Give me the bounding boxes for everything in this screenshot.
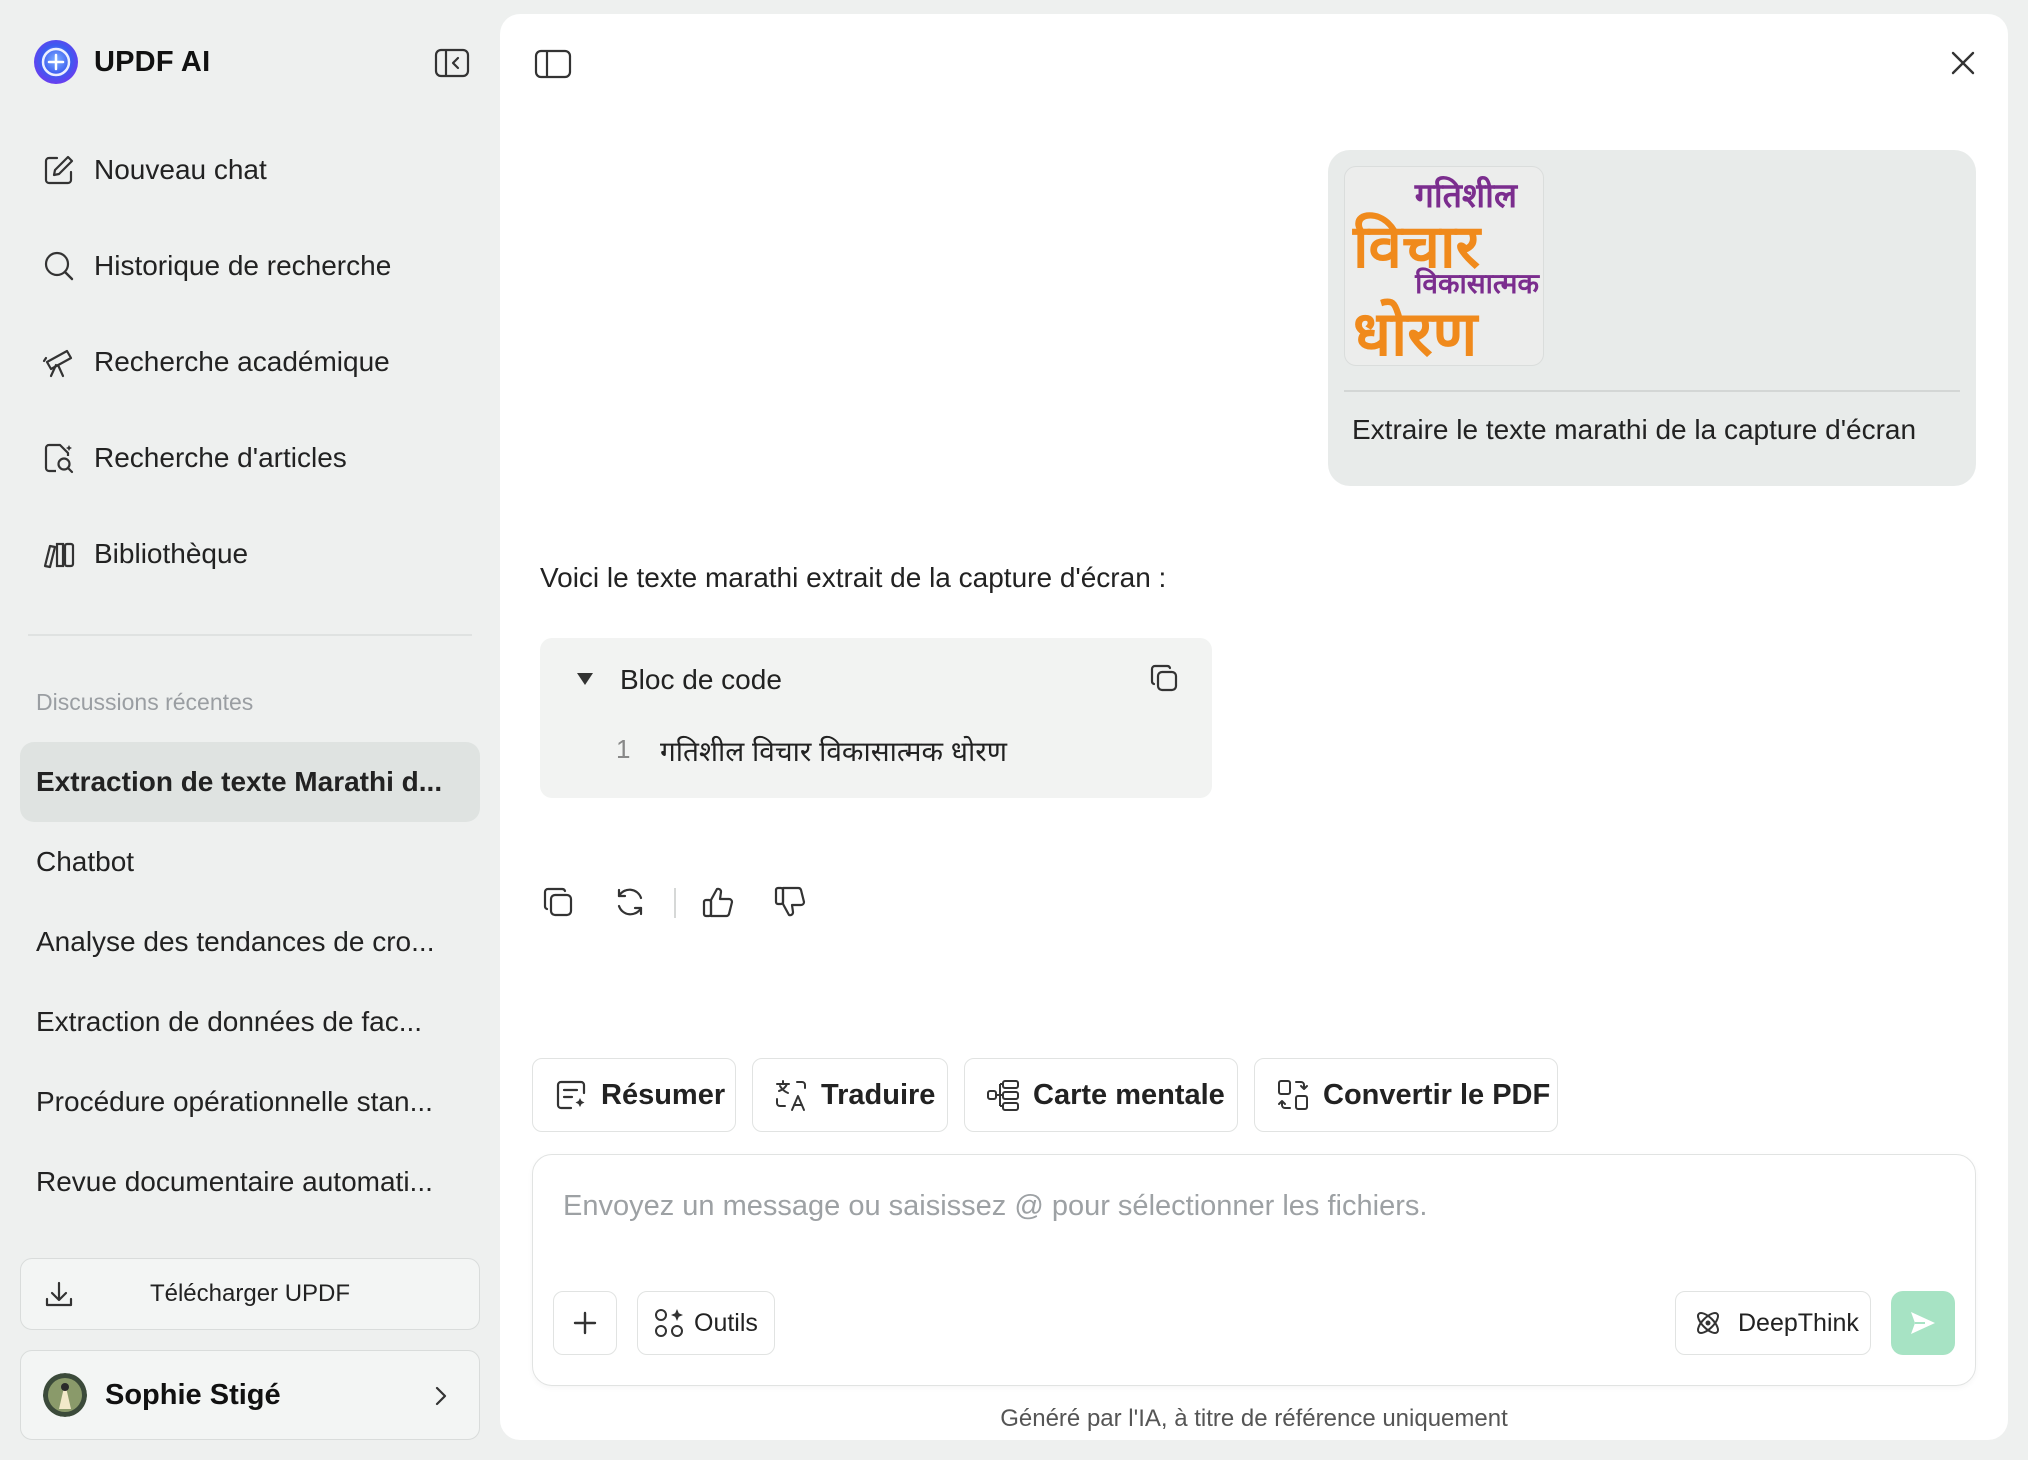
app-name: UPDF AI bbox=[94, 45, 211, 78]
nav-label: Historique de recherche bbox=[94, 250, 392, 281]
sidebar-divider bbox=[28, 634, 472, 636]
ai-disclaimer: Généré par l'IA, à titre de référence un… bbox=[1000, 1405, 1508, 1432]
document-search-icon bbox=[44, 443, 74, 474]
actions-divider bbox=[674, 888, 676, 918]
copy-icon[interactable] bbox=[1148, 662, 1180, 694]
updf-ai-logo-icon bbox=[34, 40, 78, 84]
tools-label: Outils bbox=[694, 1308, 758, 1337]
tools-button[interactable]: Outils bbox=[637, 1291, 775, 1355]
translate-icon bbox=[776, 1080, 806, 1111]
nav-new-chat[interactable]: Nouveau chat bbox=[20, 122, 480, 218]
send-button[interactable] bbox=[1891, 1291, 1955, 1355]
nav-label: Recherche d'articles bbox=[94, 442, 347, 473]
user-name: Sophie Stigé bbox=[105, 1378, 281, 1411]
message-input[interactable] bbox=[563, 1181, 1943, 1231]
user-profile-button[interactable]: Sophie Stigé bbox=[20, 1350, 480, 1440]
code-line: गतिशील विचार विकासात्मक धोरण bbox=[660, 736, 1007, 767]
recent-chat-item[interactable]: Chatbot bbox=[20, 822, 480, 902]
recent-chat-item[interactable]: Analyse des tendances de cro... bbox=[20, 902, 480, 982]
summarize-button[interactable]: Résumer bbox=[532, 1058, 736, 1132]
attachment-image: गतिशील विचार विकासात्मक धोरण bbox=[1352, 175, 1540, 366]
nav-label: Recherche académique bbox=[94, 346, 390, 377]
chat-panel: गतिशील विचार विकासात्मक धोरण Extraire le… bbox=[500, 14, 2008, 1440]
nav-label: Nouveau chat bbox=[94, 154, 267, 185]
mind-map-icon bbox=[987, 1080, 1019, 1111]
nav-academic-search[interactable]: Recherche académique bbox=[20, 314, 480, 410]
convert-pdf-button[interactable]: Convertir le PDF bbox=[1254, 1058, 1558, 1132]
attachment-line-3: विकासात्मक bbox=[1414, 267, 1540, 300]
thumbs-up-icon[interactable] bbox=[700, 884, 736, 920]
library-icon bbox=[43, 542, 75, 569]
user-message-text: Extraire le texte marathi de la capture … bbox=[1352, 414, 1917, 445]
recent-chat-item[interactable]: Revue documentaire automati... bbox=[20, 1142, 480, 1222]
search-icon bbox=[44, 251, 74, 281]
attachment-line-4: धोरण bbox=[1353, 297, 1480, 366]
mind-map-button[interactable]: Carte mentale bbox=[964, 1058, 1238, 1132]
collapse-sidebar-icon[interactable] bbox=[434, 47, 470, 79]
recent-chat-item[interactable]: Extraction de texte Marathi d... bbox=[20, 742, 480, 822]
deepthink-toggle[interactable]: DeepThink bbox=[1675, 1291, 1871, 1355]
user-message-bubble: गतिशील विचार विकासात्मक धोरण Extraire le… bbox=[1328, 150, 1976, 486]
download-icon bbox=[45, 1281, 73, 1307]
thumbs-down-icon[interactable] bbox=[772, 884, 808, 920]
code-block: Bloc de code 1 गतिशील विचार विकासात्मक ध… bbox=[540, 638, 1212, 798]
atom-icon bbox=[1697, 1312, 1719, 1334]
toggle-panel-icon[interactable] bbox=[534, 48, 572, 80]
brand: UPDF AI bbox=[32, 38, 210, 86]
tools-grid-icon bbox=[655, 1309, 683, 1337]
translate-button[interactable]: Traduire bbox=[752, 1058, 948, 1132]
convert-icon bbox=[1278, 1080, 1308, 1110]
recent-chats-heading: Discussions récentes bbox=[36, 689, 254, 715]
deepthink-label: DeepThink bbox=[1738, 1308, 1859, 1337]
regenerate-icon[interactable] bbox=[612, 884, 648, 920]
attachment-line-1: गतिशील bbox=[1414, 175, 1519, 216]
nav-search-history[interactable]: Historique de recherche bbox=[20, 218, 480, 314]
code-block-title[interactable]: Bloc de code bbox=[620, 664, 782, 696]
caret-down-icon[interactable] bbox=[576, 672, 594, 686]
chevron-right-icon bbox=[435, 1386, 447, 1406]
chip-label: Convertir le PDF bbox=[1323, 1078, 1551, 1111]
summarize-icon bbox=[556, 1080, 586, 1110]
recent-chat-item[interactable]: Extraction de données de fac... bbox=[20, 982, 480, 1062]
close-icon[interactable] bbox=[1948, 48, 1978, 78]
image-attachment[interactable]: गतिशील विचार विकासात्मक धोरण bbox=[1344, 166, 1544, 366]
nav-label: Bibliothèque bbox=[94, 538, 249, 569]
chip-label: Résumer bbox=[601, 1078, 726, 1111]
message-composer: Outils DeepThink bbox=[532, 1154, 1976, 1386]
copy-icon[interactable] bbox=[540, 884, 576, 920]
chip-label: Carte mentale bbox=[1033, 1078, 1225, 1111]
chip-label: Traduire bbox=[821, 1078, 936, 1111]
download-updf-button[interactable]: Télécharger UPDF bbox=[20, 1258, 480, 1330]
nav-article-search[interactable]: Recherche d'articles bbox=[20, 410, 480, 506]
sidebar: UPDF AI Nouveau chat Historique de reche… bbox=[0, 0, 500, 1460]
avatar bbox=[43, 1373, 87, 1417]
recent-chats-list: Extraction de texte Marathi d... Chatbot… bbox=[20, 742, 480, 1222]
telescope-icon bbox=[42, 349, 73, 378]
ai-response-text: Voici le texte marathi extrait de la cap… bbox=[540, 562, 1167, 593]
nav-library[interactable]: Bibliothèque bbox=[20, 506, 480, 602]
send-icon bbox=[1911, 1312, 1935, 1334]
code-line-number: 1 bbox=[616, 734, 631, 764]
sidebar-nav: Nouveau chat Historique de recherche Rec… bbox=[20, 122, 480, 602]
add-attachment-button[interactable] bbox=[553, 1291, 617, 1355]
message-separator bbox=[1344, 390, 1960, 392]
edit-icon bbox=[44, 155, 74, 185]
download-label: Télécharger UPDF bbox=[149, 1280, 351, 1307]
recent-chat-item[interactable]: Procédure opérationnelle stan... bbox=[20, 1062, 480, 1142]
plus-icon bbox=[573, 1311, 597, 1335]
